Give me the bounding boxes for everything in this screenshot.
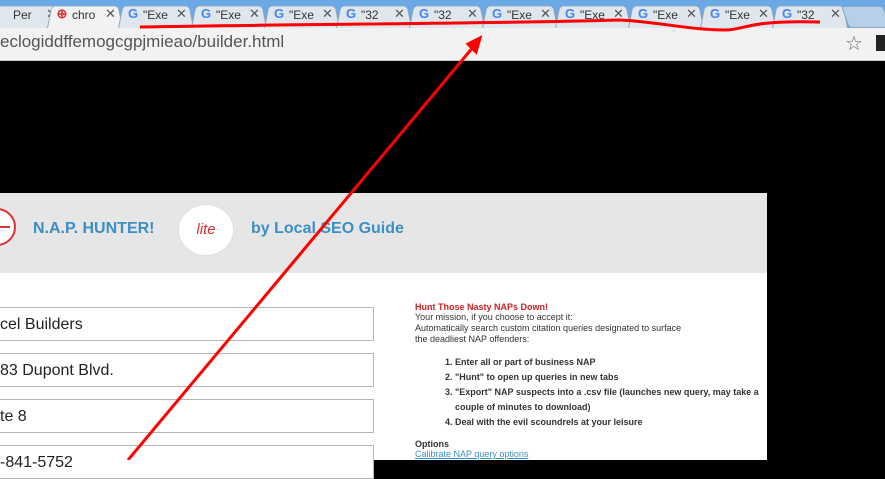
close-tab-icon[interactable]: ✕ (176, 6, 187, 22)
extension-icon[interactable] (876, 35, 885, 51)
intro-line: the deadliest NAP offenders: (415, 334, 530, 344)
phone-field[interactable]: -841-5752 (0, 445, 374, 479)
google-icon: G (564, 6, 576, 21)
page-content: N.A.P. HUNTER! lite by Local SEO Guide c… (0, 61, 885, 479)
google-icon: G (781, 6, 793, 21)
intro-line: Your mission, if you choose to accept it… (415, 312, 573, 322)
close-tab-icon[interactable]: ✕ (394, 6, 405, 22)
tab-title: "Exe (143, 8, 168, 22)
step-item: Deal with the evil scoundrels at your le… (455, 415, 760, 430)
google-icon: G (345, 6, 357, 21)
browser-tab[interactable]: G "32 ✕ (409, 2, 485, 28)
tab-title: "Exe (653, 8, 678, 22)
close-tab-icon[interactable]: ✕ (467, 6, 478, 22)
close-tab-icon[interactable]: ✕ (322, 6, 333, 22)
intro-line: Automatically search custom citation que… (415, 323, 682, 333)
tab-title: "Exe (725, 8, 750, 22)
calibrate-options-link[interactable]: Calibrate NAP query options (415, 449, 760, 459)
tab-title: "Exe (216, 8, 241, 22)
tab-strip: Per ✕ ⊕ chro ✕ G "Exe ✕ G "Exe ✕ G "Exe ✕ G "32 ✕ G "32 ✕ G "… (0, 0, 885, 28)
instructions-title: Hunt Those Nasty NAPs Down! (415, 302, 549, 312)
browser-tab[interactable]: G "Exe ✕ (628, 2, 704, 28)
nap-hunter-panel: N.A.P. HUNTER! lite by Local SEO Guide c… (0, 193, 767, 479)
close-tab-icon[interactable]: ✕ (830, 6, 841, 22)
business-name-field[interactable]: cel Builders (0, 307, 374, 341)
browser-tab[interactable]: G "Exe ✕ (191, 2, 267, 28)
banner: N.A.P. HUNTER! lite by Local SEO Guide (0, 193, 767, 273)
google-icon: G (709, 6, 721, 21)
step-item: "Hunt" to open up queries in new tabs (455, 370, 760, 385)
browser-toolbar: eclogiddffemogcgpjmieao/builder.html ☆ (0, 28, 885, 61)
browser-tab[interactable]: G "Exe ✕ (555, 2, 631, 28)
byline: by Local SEO Guide (251, 220, 404, 237)
google-icon: G (127, 6, 139, 21)
browser-tab[interactable]: G "32 ✕ (772, 2, 848, 28)
options-title: Options (415, 439, 449, 449)
step-item: Enter all or part of business NAP (455, 355, 760, 370)
browser-tab[interactable]: G "32 ✕ (336, 2, 412, 28)
address-field[interactable]: 83 Dupont Blvd. (0, 353, 374, 387)
tab-title: Per (13, 8, 32, 22)
address-bar[interactable]: eclogiddffemogcgpjmieao/builder.html (0, 32, 284, 52)
browser-tab[interactable]: G "Exe ✕ (264, 2, 340, 28)
new-tab-button[interactable] (840, 6, 885, 28)
close-tab-icon[interactable]: ✕ (613, 6, 624, 22)
step-item: "Export" NAP suspects into a .csv file (… (455, 385, 760, 415)
tab-title: "Exe (289, 8, 314, 22)
brand-title: N.A.P. HUNTER! (33, 220, 155, 237)
tab-title: "32 (797, 8, 815, 22)
tab-title: "Exe (580, 8, 605, 22)
tab-title: chro (72, 8, 96, 22)
address2-field[interactable]: te 8 (0, 399, 374, 433)
close-tab-icon[interactable]: ✕ (249, 6, 260, 22)
lite-badge: lite (181, 207, 231, 253)
google-icon: G (200, 6, 212, 21)
close-tab-icon[interactable]: ✕ (686, 6, 697, 22)
tab-title: "32 (361, 8, 379, 22)
tab-title: "32 (434, 8, 452, 22)
close-tab-icon[interactable]: ✕ (540, 6, 551, 22)
close-tab-icon[interactable]: ✕ (105, 6, 116, 22)
browser-tab[interactable]: G "Exe ✕ (482, 2, 558, 28)
browser-tab[interactable]: G "Exe ✕ (700, 2, 776, 28)
tab-title: "Exe (507, 8, 532, 22)
google-icon: G (637, 6, 649, 21)
page-icon (0, 7, 10, 21)
bookmark-star-icon[interactable]: ☆ (845, 31, 863, 56)
browser-tab[interactable]: G "Exe ✕ (118, 2, 194, 28)
steps-list: Enter all or part of business NAP "Hunt"… (415, 355, 760, 430)
close-tab-icon[interactable]: ✕ (758, 6, 769, 22)
nap-hunter-icon: ⊕ (56, 6, 68, 21)
google-icon: G (491, 6, 503, 21)
crosshair-logo-icon (0, 208, 16, 246)
browser-tab[interactable]: ⊕ chro ✕ (47, 2, 123, 28)
google-icon: G (273, 6, 285, 21)
instructions: Hunt Those Nasty NAPs Down! Your mission… (415, 302, 760, 459)
google-icon: G (418, 6, 430, 21)
